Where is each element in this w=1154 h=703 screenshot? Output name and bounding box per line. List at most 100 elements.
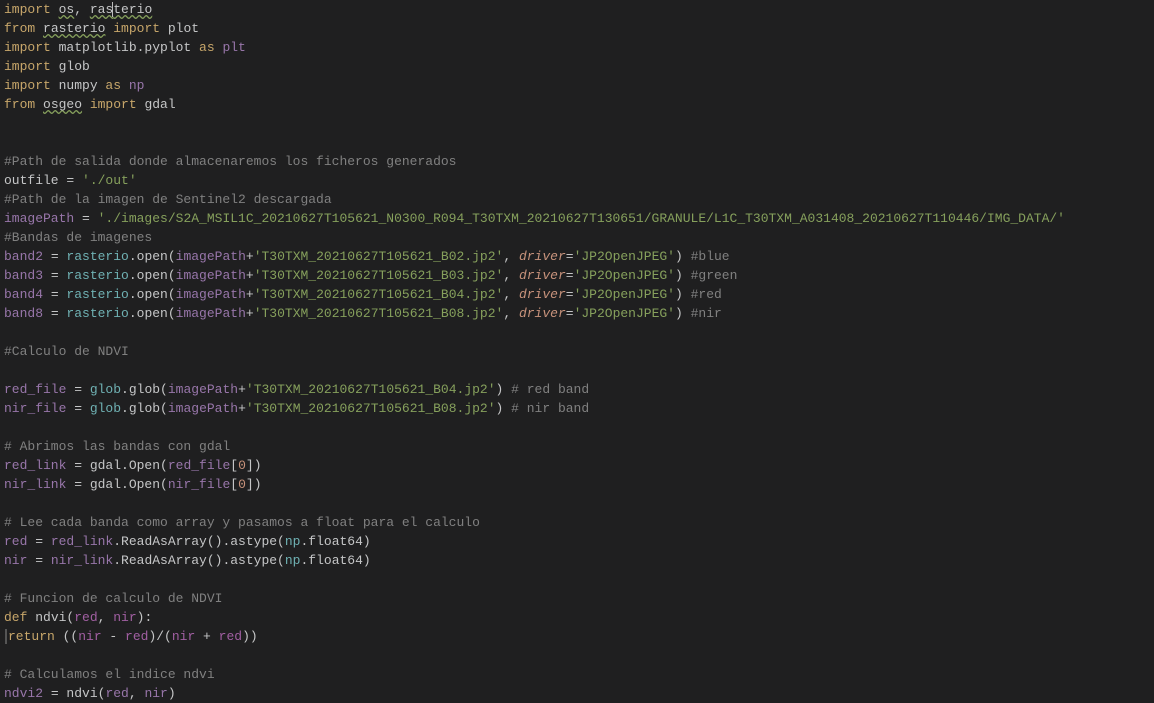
code-token: rasterio bbox=[66, 249, 128, 264]
code-line[interactable]: band3 = rasterio.open(imagePath+'T30TXM_… bbox=[4, 266, 1150, 285]
code-token: band2 bbox=[4, 249, 43, 264]
code-token: import bbox=[4, 40, 59, 55]
code-line[interactable]: # Funcion de calculo de NDVI bbox=[4, 589, 1150, 608]
code-line[interactable]: #Bandas de imagenes bbox=[4, 228, 1150, 247]
code-token: .open( bbox=[129, 268, 176, 283]
code-token: ) bbox=[675, 306, 691, 321]
code-token: driver bbox=[519, 287, 566, 302]
code-line[interactable]: red_file = glob.glob(imagePath+'T30TXM_2… bbox=[4, 380, 1150, 399]
code-token: (( bbox=[63, 629, 79, 644]
code-token: imagePath bbox=[176, 287, 246, 302]
code-token: , bbox=[503, 249, 519, 264]
code-line[interactable]: import os, rasterio bbox=[4, 0, 1150, 19]
code-line[interactable] bbox=[4, 114, 1150, 133]
code-line[interactable]: outfile = './out' bbox=[4, 171, 1150, 190]
code-token: .open( bbox=[129, 287, 176, 302]
code-line[interactable] bbox=[4, 646, 1150, 665]
code-token: rasterio bbox=[66, 306, 128, 321]
code-token: as bbox=[105, 78, 128, 93]
code-token: = bbox=[43, 306, 66, 321]
code-token: './out' bbox=[82, 173, 137, 188]
code-token: red bbox=[4, 534, 27, 549]
code-token: './images/S2A_MSIL1C_20210627T105621_N03… bbox=[98, 211, 1065, 226]
code-token: #Calculo de NDVI bbox=[4, 344, 129, 359]
code-line[interactable]: band4 = rasterio.open(imagePath+'T30TXM_… bbox=[4, 285, 1150, 304]
code-token: 0 bbox=[238, 458, 246, 473]
code-token: ) bbox=[675, 287, 691, 302]
code-line[interactable]: band2 = rasterio.open(imagePath+'T30TXM_… bbox=[4, 247, 1150, 266]
code-token: 'T30TXM_20210627T105621_B08.jp2' bbox=[246, 401, 496, 416]
code-line[interactable]: nir_link = gdal.Open(nir_file[0]) bbox=[4, 475, 1150, 494]
code-token: #Path de salida donde almacenaremos los … bbox=[4, 154, 456, 169]
code-token: .ReadAsArray().astype( bbox=[113, 553, 285, 568]
code-token: glob bbox=[90, 382, 121, 397]
code-token: osgeo bbox=[43, 97, 82, 112]
code-token: glob bbox=[59, 59, 90, 74]
code-line[interactable] bbox=[4, 494, 1150, 513]
code-token: import bbox=[4, 2, 59, 17]
code-line[interactable]: #Calculo de NDVI bbox=[4, 342, 1150, 361]
code-line[interactable] bbox=[4, 133, 1150, 152]
code-token: #green bbox=[691, 268, 738, 283]
code-line[interactable]: from osgeo import gdal bbox=[4, 95, 1150, 114]
code-token: = bbox=[566, 249, 574, 264]
code-line[interactable] bbox=[4, 361, 1150, 380]
code-line[interactable]: # Abrimos las bandas con gdal bbox=[4, 437, 1150, 456]
code-token: nir_link bbox=[4, 477, 66, 492]
code-line[interactable]: red_link = gdal.Open(red_file[0]) bbox=[4, 456, 1150, 475]
code-token: ): bbox=[137, 610, 153, 625]
code-line[interactable] bbox=[4, 418, 1150, 437]
code-token: nir_link bbox=[51, 553, 113, 568]
code-token: .float64) bbox=[300, 534, 370, 549]
code-line[interactable] bbox=[4, 323, 1150, 342]
code-line[interactable]: def ndvi(red, nir): bbox=[4, 608, 1150, 627]
code-token: ndvi2 bbox=[4, 686, 43, 701]
code-line[interactable]: from rasterio import plot bbox=[4, 19, 1150, 38]
code-token: ]) bbox=[246, 477, 262, 492]
code-token: = bbox=[66, 401, 89, 416]
code-token: nir_file bbox=[168, 477, 230, 492]
code-line[interactable] bbox=[4, 570, 1150, 589]
code-token: , bbox=[503, 268, 519, 283]
code-line[interactable]: import matplotlib.pyplot as plt bbox=[4, 38, 1150, 57]
code-token: # red band bbox=[511, 382, 589, 397]
code-token: [ bbox=[230, 477, 238, 492]
code-line[interactable]: import glob bbox=[4, 57, 1150, 76]
code-token: ) bbox=[496, 382, 512, 397]
code-line[interactable]: red = red_link.ReadAsArray().astype(np.f… bbox=[4, 532, 1150, 551]
code-line[interactable]: nir = nir_link.ReadAsArray().astype(np.f… bbox=[4, 551, 1150, 570]
code-line[interactable]: import numpy as np bbox=[4, 76, 1150, 95]
code-line[interactable]: # Lee cada banda como array y pasamos a … bbox=[4, 513, 1150, 532]
code-token: nir_file bbox=[4, 401, 66, 416]
code-token: = bbox=[74, 211, 97, 226]
code-token: 'JP2OpenJPEG' bbox=[574, 268, 675, 283]
code-token: 'T30TXM_20210627T105621_B03.jp2' bbox=[254, 268, 504, 283]
code-token: nir bbox=[4, 553, 27, 568]
code-token: ) bbox=[675, 249, 691, 264]
code-line[interactable]: ndvi2 = ndvi(red, nir) bbox=[4, 684, 1150, 703]
code-token: = ndvi( bbox=[43, 686, 105, 701]
code-token: 'T30TXM_20210627T105621_B04.jp2' bbox=[254, 287, 504, 302]
code-token: ) bbox=[168, 686, 176, 701]
code-token: , bbox=[129, 686, 145, 701]
code-token: = bbox=[27, 534, 50, 549]
code-line[interactable]: nir_file = glob.glob(imagePath+'T30TXM_2… bbox=[4, 399, 1150, 418]
code-line[interactable]: imagePath = './images/S2A_MSIL1C_2021062… bbox=[4, 209, 1150, 228]
code-token: # Abrimos las bandas con gdal bbox=[4, 439, 230, 454]
code-line[interactable]: return ((nir - red)/(nir + red)) bbox=[4, 627, 1150, 646]
code-token: #Path de la imagen de Sentinel2 descarga… bbox=[4, 192, 332, 207]
code-token: nir bbox=[144, 686, 167, 701]
code-token: os bbox=[59, 2, 75, 17]
code-token: + bbox=[246, 306, 254, 321]
code-line[interactable]: # Calculamos el indice ndvi bbox=[4, 665, 1150, 684]
code-token: numpy bbox=[59, 78, 106, 93]
code-token: 'T30TXM_20210627T105621_B02.jp2' bbox=[254, 249, 504, 264]
code-line[interactable]: #Path de salida donde almacenaremos los … bbox=[4, 152, 1150, 171]
code-token: nir bbox=[78, 629, 101, 644]
code-token: red_link bbox=[4, 458, 66, 473]
code-token: driver bbox=[519, 249, 566, 264]
code-editor[interactable]: import os, rasteriofrom rasterio import … bbox=[4, 0, 1150, 703]
code-token: imagePath bbox=[4, 211, 74, 226]
code-line[interactable]: band8 = rasterio.open(imagePath+'T30TXM_… bbox=[4, 304, 1150, 323]
code-line[interactable]: #Path de la imagen de Sentinel2 descarga… bbox=[4, 190, 1150, 209]
